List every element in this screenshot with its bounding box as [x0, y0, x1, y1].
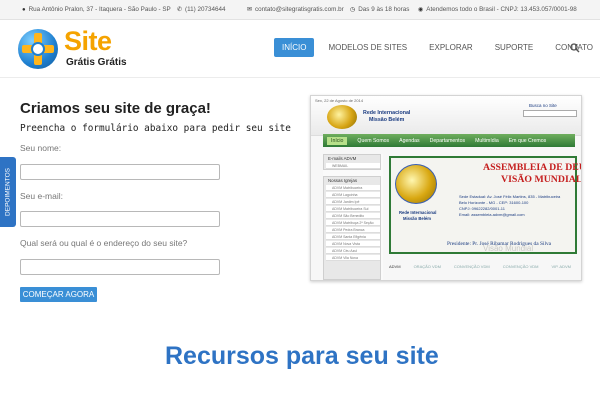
address-text: Rua Antônio Pralon, 37 - Itaquera - São …	[28, 6, 171, 13]
preview-menu-item: Agendas	[399, 137, 420, 144]
email-text[interactable]: contato@sitegratisgratis.com.br	[255, 6, 344, 13]
preview-sidebar-item: ADVM Vila Nova	[326, 255, 380, 261]
email-info[interactable]: ✉ contato@sitegratisgratis.com.br	[247, 6, 344, 13]
name-field[interactable]	[20, 164, 220, 180]
banner-info-line: CNPJ: 09622282/0001-11	[459, 206, 505, 211]
preview-tab: VIP. ADVM	[551, 264, 571, 269]
preview-menu: Início Quem Somos Agendas Departamentos …	[323, 134, 575, 147]
preview-header-line1: Rede Internacional	[363, 110, 411, 116]
preview-sidebar-item: ADVM Nova Vista	[326, 241, 380, 247]
preview-sidebar-item: ADVM Matribuceira Sul	[326, 206, 380, 212]
page-subtitle: Preencha o formulário abaixo para pedir …	[20, 123, 291, 134]
email-label: Seu e-mail:	[20, 191, 63, 201]
banner-info-line: Belo Horizonte - MG - CEP: 31600-100	[459, 200, 529, 205]
church-emblem-icon	[327, 105, 357, 129]
preview-sidebar-item: ADVM Lagoinha	[326, 192, 380, 198]
preview-sidebar-item: ADVM Santa Efigênia	[326, 234, 380, 240]
preview-date: Sex, 22 de Agosto de 2014	[315, 98, 364, 103]
preview-sidebar-item: ADVM São Benedito	[326, 213, 380, 219]
logo-brand-text: Site	[64, 26, 112, 56]
location-pin-icon: ●	[22, 6, 26, 13]
main-nav: INÍCIO MODELOS DE SITES EXPLORAR SUPORTE…	[274, 38, 600, 57]
envelope-icon: ✉	[247, 7, 253, 13]
banner-title-line2: VISÃO MUNDIAL	[501, 174, 582, 185]
hours-info: ◷ Das 9 às 18 horas	[350, 6, 409, 13]
banner-emblem-icon	[395, 164, 437, 204]
nav-item-inicio[interactable]: INÍCIO	[274, 38, 315, 57]
preview-sidebar-title: Nossas Igrejas	[328, 178, 358, 183]
search-icon[interactable]	[570, 43, 580, 53]
nav-item-suporte[interactable]: SUPORTE	[487, 38, 542, 57]
name-label: Seu nome:	[20, 143, 62, 153]
site-logo[interactable]: Site Grátis Grátis	[18, 26, 130, 70]
page-title: Criamos seu site de graça!	[20, 100, 211, 117]
preview-tabs: ADVM ORAÇÃO VDM CONVENÇÃO VDM CONVENÇÃO …	[389, 264, 577, 272]
banner-info-line: Email: assembleia.advm@gmail.com	[459, 212, 525, 217]
site-address-field[interactable]	[20, 259, 220, 275]
preview-menu-item: Quem Somos	[357, 137, 390, 144]
banner-watermark: Visão Mundial	[483, 244, 534, 253]
preview-sidebar-item: WEBMAIL	[326, 163, 380, 169]
section-title: Recursos para seu site	[165, 342, 439, 370]
email-field[interactable]	[20, 211, 220, 227]
address-info: ● Rua Antônio Pralon, 37 - Itaquera - Sã…	[22, 6, 171, 13]
preview-menu-item: Multimídia	[475, 137, 499, 144]
nav-item-modelos[interactable]: MODELOS DE SITES	[320, 38, 415, 57]
phone-text: (11) 20734644	[185, 6, 226, 13]
phone-icon: ✆	[177, 7, 183, 13]
preview-sidebar-title: E-mails ADVM	[328, 156, 357, 161]
site-template-preview[interactable]: Sex, 22 de Agosto de 2014 Rede Internaci…	[310, 95, 582, 281]
side-tab-label: DEPOIMENTOS	[4, 168, 12, 216]
preview-search-box	[523, 110, 577, 117]
preview-sidebar-item: ADVM Jardim Ipê	[326, 199, 380, 205]
phone-info: ✆ (11) 20734644	[177, 6, 226, 13]
banner-rede: Rede Internacional	[399, 210, 437, 215]
preview-sidebar-item: ADVM Céu Azul	[326, 248, 380, 254]
site-header: Site Grátis Grátis INÍCIO MODELOS DE SIT…	[0, 20, 600, 78]
preview-tab: CONVENÇÃO VDM	[502, 264, 539, 269]
site-address-label: Qual será ou qual é o endereço do seu si…	[20, 238, 188, 248]
preview-sidebar-item: ADVM Matribuça 2ª Seção	[326, 220, 380, 226]
testimonials-side-tab[interactable]: DEPOIMENTOS	[0, 157, 16, 227]
preview-tab: ORAÇÃO VDM	[413, 264, 441, 269]
preview-menu-item: Início	[327, 136, 348, 145]
hours-text: Das 9 às 18 horas	[358, 6, 410, 13]
preview-tab: ADVM	[389, 264, 401, 269]
coverage-info: ◉ Atendemos todo o Brasil - CNPJ: 13.453…	[418, 6, 577, 13]
banner-missao: Missão Belém	[403, 216, 431, 221]
clock-icon: ◷	[350, 7, 356, 13]
globe-icon: ◉	[418, 7, 424, 13]
logo-tagline: Grátis Grátis	[66, 57, 127, 68]
top-info-bar: ● Rua Antônio Pralon, 37 - Itaquera - Sã…	[0, 0, 600, 20]
preview-tab: CONVENÇÃO VDM	[453, 264, 490, 269]
preview-menu-item: Em que Cremos	[508, 137, 547, 144]
preview-search-label: Busca no Site	[529, 103, 557, 108]
banner-title-line1: ASSEMBLEIA DE DEUS	[483, 162, 582, 173]
banner-info-line: Sede Estadual: Av. José Félix Martins, 8…	[459, 194, 561, 199]
coverage-text: Atendemos todo o Brasil - CNPJ: 13.453.0…	[426, 6, 577, 13]
preview-menu-item: Departamentos	[429, 137, 466, 144]
preview-header-line2: Missão Belém	[369, 117, 405, 123]
preview-sidebar-item: ADVM Pedra Branca	[326, 227, 380, 233]
preview-sidebar: E-mails ADVM WEBMAIL Nossas Igrejas ADVM…	[323, 154, 383, 280]
nav-item-explorar[interactable]: EXPLORAR	[421, 38, 481, 57]
start-now-button[interactable]: COMEÇAR AGORA	[20, 287, 97, 302]
preview-sidebar-item: ADVM Matribuceira	[326, 185, 380, 191]
